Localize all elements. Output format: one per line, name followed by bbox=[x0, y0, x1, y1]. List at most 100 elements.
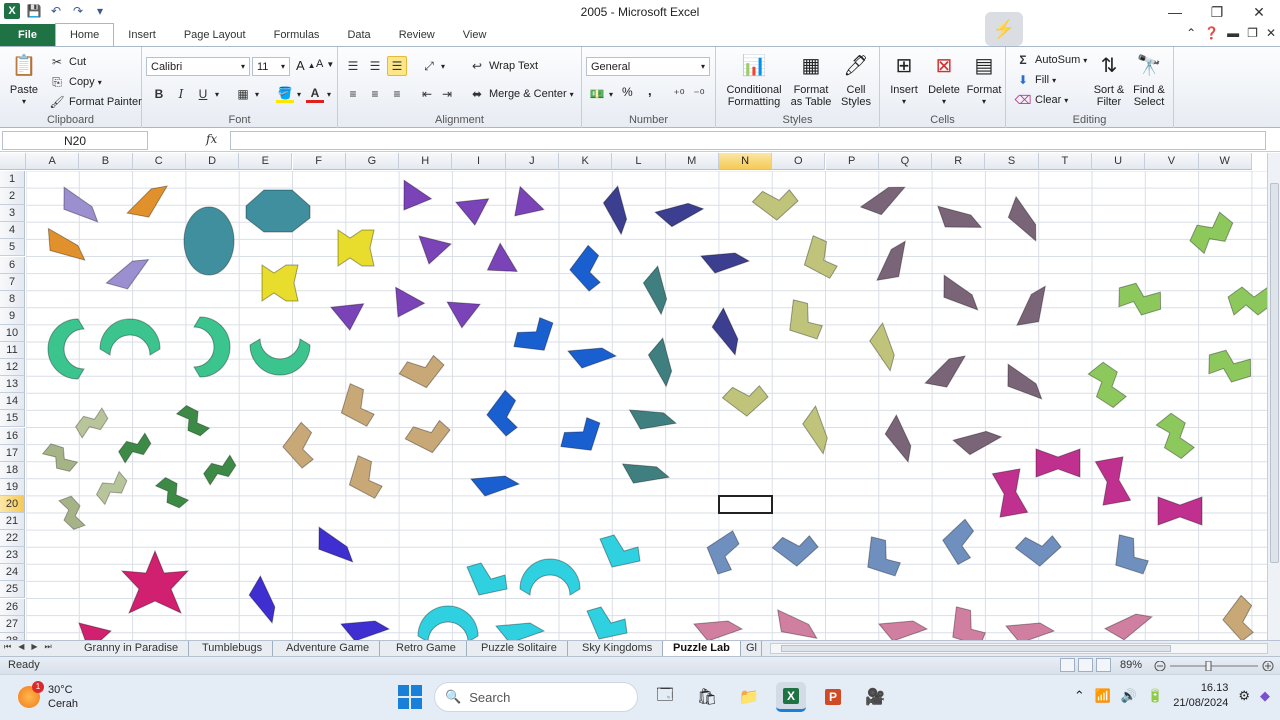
normal-view-button[interactable] bbox=[1060, 658, 1075, 672]
sage-piece-4[interactable] bbox=[57, 495, 87, 532]
puzzle-piece-89[interactable] bbox=[78, 622, 113, 641]
next-sheet-icon[interactable]: ▶ bbox=[31, 642, 37, 652]
puzzle-piece-66[interactable] bbox=[705, 530, 743, 575]
align-left-button[interactable]: ≡ bbox=[344, 85, 362, 103]
network-icon[interactable]: 📶 bbox=[1095, 688, 1111, 704]
puzzle-piece-32[interactable] bbox=[795, 233, 846, 283]
puzzle-piece-43[interactable] bbox=[923, 350, 973, 396]
puzzle-piece-7[interactable] bbox=[337, 229, 375, 267]
fill-color-button[interactable]: 🪣 ▾ bbox=[276, 85, 301, 103]
puzzle-piece-39[interactable] bbox=[1001, 195, 1042, 247]
puzzle-piece-1[interactable] bbox=[53, 185, 103, 231]
workbook-close-icon[interactable]: ✕ bbox=[1266, 26, 1276, 40]
puzzle-piece-2[interactable] bbox=[125, 180, 175, 226]
weather-widget[interactable]: 1 30°C Cerah bbox=[18, 681, 78, 711]
puzzle-piece-37[interactable] bbox=[859, 180, 911, 221]
puzzle-piece-22[interactable] bbox=[510, 310, 558, 361]
prev-sheet-icon[interactable]: ◀ bbox=[18, 642, 24, 652]
puzzle-piece-53[interactable] bbox=[277, 420, 325, 471]
format-painter-button[interactable]: 🖌 Format Painter bbox=[48, 93, 141, 111]
zoom-level[interactable]: 89% bbox=[1120, 659, 1142, 671]
sage-piece-2[interactable] bbox=[41, 440, 79, 476]
conditional-formatting-button[interactable]: 📊 Conditional Formatting bbox=[722, 51, 786, 108]
sheet-tab-retro[interactable]: Retro Game bbox=[386, 641, 467, 656]
puzzle-piece-23[interactable] bbox=[567, 347, 618, 369]
increase-indent-button[interactable]: ⇥ bbox=[438, 85, 456, 103]
puzzle-piece-67[interactable] bbox=[770, 524, 821, 572]
puzzle-piece-82[interactable] bbox=[769, 607, 821, 641]
task-view-icon[interactable]: 🗔 bbox=[650, 682, 680, 712]
selected-cell[interactable] bbox=[717, 494, 774, 514]
puzzle-piece-81[interactable] bbox=[586, 606, 628, 640]
store-icon[interactable]: 🛍 bbox=[692, 682, 722, 712]
puzzle-piece-10[interactable] bbox=[454, 191, 496, 228]
align-top-button[interactable]: ☰ bbox=[344, 57, 362, 75]
puzzle-piece-52[interactable] bbox=[332, 381, 383, 431]
puzzle-piece-25[interactable] bbox=[557, 410, 605, 461]
align-right-button[interactable]: ≡ bbox=[388, 85, 406, 103]
insert-function-icon[interactable]: fx bbox=[206, 132, 217, 146]
align-center-button[interactable]: ≡ bbox=[366, 85, 384, 103]
puzzle-piece-9[interactable] bbox=[394, 179, 434, 217]
sheet-tab-puzzle-lab[interactable]: Puzzle Lab bbox=[663, 641, 741, 656]
puzzle-piece-78[interactable] bbox=[599, 534, 641, 568]
page-break-view-button[interactable] bbox=[1096, 658, 1111, 672]
puzzle-piece-62[interactable] bbox=[1035, 448, 1081, 478]
puzzle-piece-50[interactable] bbox=[249, 338, 311, 376]
puzzle-piece-11[interactable] bbox=[506, 185, 548, 227]
puzzle-piece-15[interactable] bbox=[388, 286, 426, 322]
sort-filter-button[interactable]: ⇅ Sort & Filter bbox=[1090, 51, 1128, 108]
copilot-icon[interactable]: ◆ bbox=[1260, 688, 1270, 704]
puzzle-piece-34[interactable] bbox=[866, 321, 898, 374]
puzzle-piece-33[interactable] bbox=[779, 296, 830, 344]
accounting-format-button[interactable]: 💵 ▾ bbox=[588, 85, 614, 103]
puzzle-piece-27[interactable] bbox=[641, 265, 669, 317]
borders-button[interactable]: ▦ ▾ bbox=[234, 85, 259, 103]
paste-button[interactable]: 📋 Paste ▾ bbox=[6, 51, 42, 108]
comma-button[interactable]: , bbox=[648, 83, 652, 98]
puzzle-piece-65[interactable] bbox=[1157, 496, 1203, 526]
windows-start-icon[interactable] bbox=[398, 685, 422, 709]
tab-file[interactable]: File bbox=[0, 24, 55, 46]
puzzle-piece-20[interactable] bbox=[707, 306, 742, 359]
collapse-ribbon-icon[interactable]: ⌃ bbox=[1186, 26, 1196, 40]
puzzle-piece-3[interactable] bbox=[39, 226, 90, 270]
puzzle-piece-72[interactable] bbox=[120, 549, 190, 614]
tray-overflow-icon[interactable]: ⌃ bbox=[1074, 688, 1085, 704]
puzzle-piece-17[interactable] bbox=[601, 185, 629, 237]
puzzle-piece-4[interactable] bbox=[105, 253, 156, 297]
tab-insert[interactable]: Insert bbox=[114, 24, 170, 46]
puzzle-piece-19[interactable] bbox=[700, 252, 751, 274]
horizontal-scroll-thumb[interactable] bbox=[781, 645, 1171, 652]
help-icon[interactable]: ❓ bbox=[1204, 26, 1219, 40]
puzzle-piece-84[interactable] bbox=[942, 603, 993, 641]
workbook-restore-icon[interactable]: ❐ bbox=[1247, 26, 1258, 40]
align-bottom-button[interactable]: ☰ bbox=[387, 56, 407, 76]
close-button[interactable]: ✕ bbox=[1238, 0, 1280, 24]
worksheet-grid[interactable]: ABCDEFGHIJKLMNOPQRSTUVW 1 2 3 4 5 6 7 8 9 10 11 12 1… bbox=[0, 153, 1267, 641]
puzzle-piece-41[interactable] bbox=[933, 273, 983, 319]
tab-data[interactable]: Data bbox=[333, 24, 384, 46]
font-size-select[interactable]: 11 ▾ bbox=[252, 57, 290, 76]
powerpoint-taskbar-icon[interactable]: P bbox=[818, 682, 848, 712]
puzzle-piece-35[interactable] bbox=[720, 374, 771, 422]
puzzle-piece-77[interactable] bbox=[519, 558, 581, 596]
tab-view[interactable]: View bbox=[449, 24, 501, 46]
excel-taskbar-icon[interactable]: X bbox=[776, 682, 806, 712]
puzzle-piece-75[interactable] bbox=[340, 620, 391, 641]
autosum-button[interactable]: Σ AutoSum ▾ bbox=[1014, 51, 1087, 69]
puzzle-piece-76[interactable] bbox=[466, 562, 508, 596]
orientation-button[interactable]: ⤢ ▾ bbox=[420, 57, 445, 75]
battery-icon[interactable]: 🔋 bbox=[1147, 688, 1163, 704]
sheet-tab-sky-kingdoms[interactable]: Sky Kingdoms bbox=[572, 641, 664, 656]
puzzle-piece-28[interactable] bbox=[646, 337, 674, 389]
puzzle-piece-40[interactable] bbox=[874, 237, 915, 289]
green-piece-4[interactable] bbox=[154, 474, 190, 511]
clear-button[interactable]: ⌫ Clear ▾ bbox=[1014, 91, 1069, 109]
puzzle-piece-88[interactable] bbox=[693, 620, 744, 641]
puzzle-piece-6[interactable] bbox=[245, 189, 311, 233]
font-name-select[interactable]: Calibri ▾ bbox=[146, 57, 250, 76]
sheet-tab-granny[interactable]: Granny in Paradise bbox=[74, 641, 190, 656]
format-as-table-button[interactable]: ▦ Format as Table bbox=[786, 51, 836, 108]
puzzle-piece-71[interactable] bbox=[1105, 531, 1156, 579]
